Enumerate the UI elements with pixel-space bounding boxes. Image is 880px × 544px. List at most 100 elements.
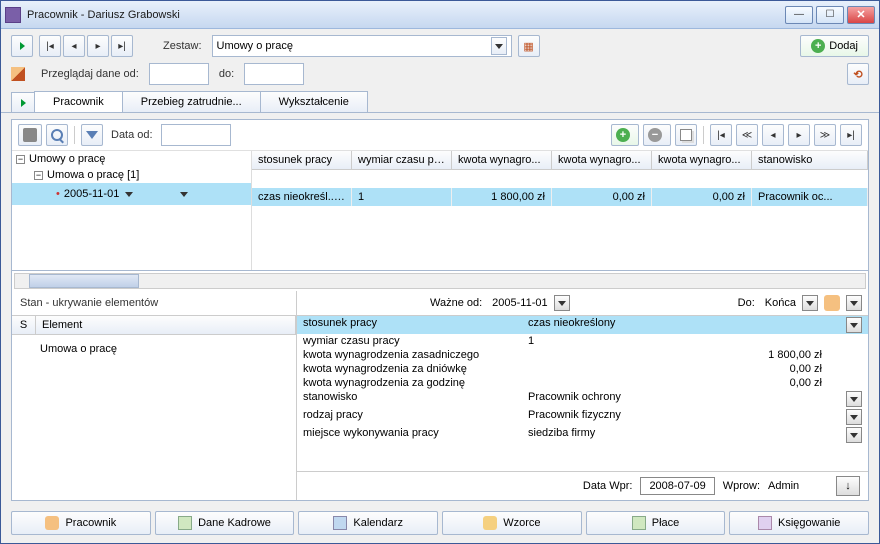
col-kwota3[interactable]: kwota wynagro...	[652, 151, 752, 169]
grid-remove-button[interactable]: −	[643, 124, 671, 146]
grid-add-button[interactable]: +	[611, 124, 639, 146]
element-item[interactable]: Umowa o pracę	[20, 343, 288, 355]
chevron-down-icon	[491, 37, 507, 55]
nav-prev-button[interactable]: ◂	[63, 35, 85, 57]
tab-pracownik[interactable]: Pracownik	[34, 91, 123, 112]
detail-dropdown[interactable]	[846, 317, 862, 333]
wazne-od-value: 2005-11-01	[492, 297, 547, 309]
collapse-icon[interactable]: −	[34, 171, 43, 180]
filter-button[interactable]	[81, 124, 103, 146]
date-from-input[interactable]	[149, 63, 209, 85]
detail-row[interactable]: wymiar czasu pracy1	[297, 334, 868, 348]
detail-row[interactable]: stanowiskoPracownik ochrony	[297, 390, 868, 408]
btab-pracownik[interactable]: Pracownik	[11, 511, 151, 535]
detail-key: wymiar czasu pracy	[303, 335, 528, 347]
zestaw-combo[interactable]: Umowy o pracę	[212, 35, 512, 57]
detail-row[interactable]: rodzaj pracyPracownik fizyczny	[297, 408, 868, 426]
detail-value: czas nieokreślony	[528, 317, 846, 333]
btab-kalendarz[interactable]: Kalendarz	[298, 511, 438, 535]
grid-prev-button[interactable]: ◂	[762, 124, 784, 146]
grid-next-button[interactable]: ▸	[788, 124, 810, 146]
search-button[interactable]	[46, 124, 68, 146]
zestaw-action-button[interactable]: ▦	[518, 35, 540, 57]
table-header: stosunek pracy wymiar czasu pr... kwota …	[252, 151, 868, 170]
tree-child[interactable]: −Umowa o pracę [1]	[12, 167, 251, 183]
minimize-button[interactable]: —	[785, 6, 813, 24]
h-scrollbar[interactable]	[14, 273, 866, 289]
dodaj-button[interactable]: + Dodaj	[800, 35, 869, 57]
detail-row[interactable]: miejsce wykonywania pracysiedziba firmy	[297, 426, 868, 444]
stan-header: Stan - ukrywanie elementów	[12, 291, 296, 315]
col-stanowisko[interactable]: stanowisko	[752, 151, 868, 169]
nav-next-button[interactable]: ▸	[87, 35, 109, 57]
detail-dropdown[interactable]	[846, 409, 862, 425]
wazne-od-dropdown[interactable]	[554, 295, 570, 311]
document-icon	[178, 516, 192, 530]
col-stosunek[interactable]: stosunek pracy	[252, 151, 352, 169]
nav-first-button[interactable]: |◂	[39, 35, 61, 57]
close-button[interactable]: ✕	[847, 6, 875, 24]
person-dropdown[interactable]	[846, 295, 862, 311]
edit-icon[interactable]	[11, 67, 25, 81]
refresh-button[interactable]: ⟲	[847, 63, 869, 85]
detail-row[interactable]: kwota wynagrodzenia za godzinę0,00 zł	[297, 376, 868, 390]
detail-dropdown[interactable]	[846, 427, 862, 443]
detail-row[interactable]: stosunek pracyczas nieokreślony	[297, 316, 868, 334]
btab-place[interactable]: Płace	[586, 511, 726, 535]
grid-first-button[interactable]: |◂	[710, 124, 732, 146]
detail-row[interactable]: kwota wynagrodzenia za dniówkę0,00 zł	[297, 362, 868, 376]
grid-last-button[interactable]: ▸|	[840, 124, 862, 146]
grid-fastnext-button[interactable]: ≫	[814, 124, 836, 146]
date-to-input[interactable]	[244, 63, 304, 85]
do-label: do:	[215, 68, 238, 80]
scroll-down-button[interactable]: ↓	[836, 476, 860, 496]
tab-wyksztalcenie[interactable]: Wykształcenie	[260, 91, 368, 112]
detail-value: 1	[528, 335, 846, 347]
play-button[interactable]	[11, 35, 33, 57]
book-icon	[758, 516, 772, 530]
window-title: Pracownik - Dariusz Grabowski	[27, 9, 785, 21]
titlebar: Pracownik - Dariusz Grabowski — ☐ ✕	[1, 1, 879, 29]
calendar-icon	[333, 516, 347, 530]
detail-row[interactable]: kwota wynagrodzenia zasadniczego1 800,00…	[297, 348, 868, 362]
btab-wzorce[interactable]: Wzorce	[442, 511, 582, 535]
col-kwota1[interactable]: kwota wynagro...	[452, 151, 552, 169]
play-icon	[20, 42, 25, 50]
wazne-od-label: Ważne od:	[303, 297, 486, 309]
plus-icon: +	[811, 39, 825, 53]
col-s[interactable]: S	[12, 316, 36, 334]
copy-icon	[680, 129, 692, 141]
money-icon	[632, 516, 646, 530]
btab-dane-kadrowe[interactable]: Dane Kadrowe	[155, 511, 295, 535]
do-dropdown[interactable]	[802, 295, 818, 311]
btab-ksiegowanie[interactable]: Księgowanie	[729, 511, 869, 535]
grid-copy-button[interactable]	[675, 124, 697, 146]
tree-leaf[interactable]: •2005-11-01	[12, 183, 251, 205]
person-icon[interactable]	[824, 295, 840, 311]
tree-pane: −Umowy o pracę −Umowa o pracę [1] •2005-…	[12, 151, 252, 270]
grid-fastprev-button[interactable]: ≪	[736, 124, 758, 146]
collapse-icon[interactable]: −	[16, 155, 25, 164]
zestaw-value: Umowy o pracę	[217, 40, 293, 52]
chevron-down-icon[interactable]	[180, 192, 188, 197]
data-od-input[interactable]	[161, 124, 231, 146]
table-row[interactable]: czas nieokreśl... 1 1 800,00 zł 0,00 zł …	[252, 188, 868, 206]
col-wymiar[interactable]: wymiar czasu pr...	[352, 151, 452, 169]
tabs-play-button[interactable]	[11, 92, 35, 112]
maximize-button[interactable]: ☐	[816, 6, 844, 24]
tree-root[interactable]: −Umowy o pracę	[12, 151, 251, 167]
col-kwota2[interactable]: kwota wynagro...	[552, 151, 652, 169]
detail-key: stanowisko	[303, 391, 528, 407]
detail-dropdown[interactable]	[846, 391, 862, 407]
chevron-down-icon[interactable]	[125, 192, 133, 197]
detail-key: kwota wynagrodzenia za godzinę	[303, 377, 528, 389]
minus-icon: −	[648, 128, 662, 142]
col-element[interactable]: Element	[36, 316, 296, 334]
nav-last-button[interactable]: ▸|	[111, 35, 133, 57]
detail-key: miejsce wykonywania pracy	[303, 427, 528, 443]
tab-przebieg[interactable]: Przebieg zatrudnie...	[122, 91, 261, 112]
detail-value: 1 800,00 zł	[528, 349, 846, 361]
detail-value: 0,00 zł	[528, 377, 846, 389]
zestaw-label: Zestaw:	[159, 40, 206, 52]
tools-button[interactable]	[18, 124, 42, 146]
